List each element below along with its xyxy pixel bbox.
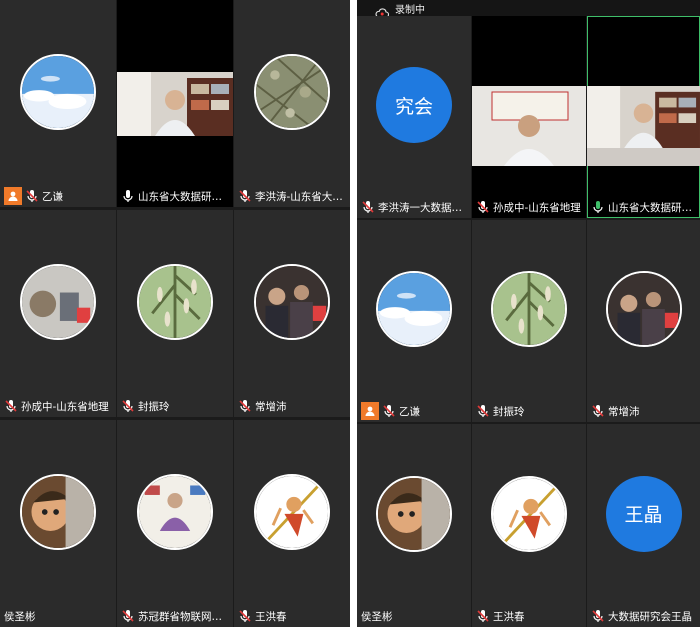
participant-name: 李洪涛-山东省大数据 [255, 190, 345, 203]
participant-tile[interactable]: 究会李洪涛一大数据研究会 [357, 16, 471, 218]
participant-tile[interactable]: 乙谦 [357, 220, 471, 422]
participant-name: 侯圣彬 [4, 610, 36, 623]
participant-tile[interactable]: 常增沛 [234, 210, 350, 417]
participant-video [472, 86, 586, 166]
participant-tile[interactable]: 苏冠群省物联网协会 [117, 420, 233, 627]
participant-tile[interactable]: 王晶大数据研究会王晶 [587, 424, 700, 627]
participant-namebar: 山东省大数据研究会 [117, 185, 228, 207]
avatar [20, 53, 96, 130]
participant-tile[interactable]: 王洪春 [472, 424, 586, 627]
avatar [20, 263, 96, 340]
avatar [605, 271, 682, 347]
video-grid-right: 究会李洪涛一大数据研究会孙成中-山东省地理山东省大数据研究会乙谦封振玲常增沛侯圣… [357, 16, 700, 627]
participant-name: 山东省大数据研究会 [138, 190, 228, 203]
participant-name: 乙谦 [399, 405, 420, 418]
participant-name: 王洪春 [255, 610, 287, 623]
participant-name: 孙成中-山东省地理 [493, 201, 581, 214]
mic-muted-icon [476, 200, 493, 214]
right-meeting-panel: 录制中 究会李洪涛一大数据研究会孙成中-山东省地理山东省大数据研究会乙谦封振玲常… [357, 0, 700, 627]
participant-namebar: 乙谦 [0, 185, 63, 207]
participant-tile[interactable]: 封振玲 [117, 210, 233, 417]
participant-tile[interactable]: 乙谦 [0, 0, 116, 207]
participant-namebar: 李洪涛-山东省大数据 [234, 185, 345, 207]
recording-status-bar: 录制中 [357, 0, 700, 18]
participant-name: 李洪涛一大数据研究会 [378, 201, 468, 214]
participant-namebar: 李洪涛一大数据研究会 [357, 196, 468, 218]
participant-namebar: 常增沛 [587, 400, 640, 422]
participant-namebar: 山东省大数据研究会 [587, 196, 698, 218]
mic-muted-icon [382, 404, 399, 418]
participant-namebar: 常增沛 [234, 395, 287, 417]
mic-muted-icon [4, 399, 21, 413]
mic-muted-icon [591, 404, 608, 418]
mic-muted-icon [476, 404, 493, 418]
avatar [491, 475, 567, 552]
participant-namebar: 封振玲 [472, 400, 525, 422]
participant-namebar: 孙成中-山东省地理 [0, 395, 109, 417]
mic-icon [121, 189, 138, 203]
participant-tile[interactable]: 山东省大数据研究会 [587, 16, 700, 218]
mic-muted-icon [591, 609, 608, 623]
participant-namebar: 封振玲 [117, 395, 170, 417]
participant-name: 孙成中-山东省地理 [21, 400, 109, 413]
participant-tile[interactable]: 王洪春 [234, 420, 350, 627]
mic-icon [591, 200, 608, 214]
participant-tile[interactable]: 孙成中-山东省地理 [0, 210, 116, 417]
participant-tile[interactable]: 侯圣彬 [0, 420, 116, 627]
participant-name: 常增沛 [255, 400, 287, 413]
left-meeting-panel: 乙谦 山东省大数据研究会 李洪涛-山东省大数据孙成中-山东省地理 封振玲 常增沛侯圣彬 苏… [0, 0, 350, 627]
participant-tile[interactable]: 孙成中-山东省地理 [472, 16, 586, 218]
participant-name: 苏冠群省物联网协会 [138, 610, 228, 623]
participant-name: 封振玲 [493, 405, 525, 418]
mic-muted-icon [238, 399, 255, 413]
mic-muted-icon [121, 399, 138, 413]
host-person-icon [361, 402, 379, 420]
mic-muted-icon [361, 200, 378, 214]
participant-namebar: 侯圣彬 [357, 605, 393, 627]
participant-name: 山东省大数据研究会 [608, 201, 698, 214]
cloud-record-icon [375, 3, 390, 18]
mic-muted-icon [25, 189, 42, 203]
video-grid-left: 乙谦 山东省大数据研究会 李洪涛-山东省大数据孙成中-山东省地理 封振玲 常增沛侯圣彬 苏… [0, 0, 350, 627]
participant-tile[interactable]: 常增沛 [587, 220, 700, 422]
participant-tile[interactable]: 侯圣彬 [357, 424, 471, 627]
avatar [137, 473, 213, 550]
avatar [254, 263, 330, 340]
avatar [254, 53, 330, 130]
participant-name: 封振玲 [138, 400, 170, 413]
avatar [376, 475, 452, 552]
avatar [20, 473, 96, 550]
participant-name: 王洪春 [493, 610, 525, 623]
avatar [254, 473, 330, 550]
participant-namebar: 苏冠群省物联网协会 [117, 605, 228, 627]
avatar [491, 271, 567, 347]
participant-namebar: 孙成中-山东省地理 [472, 196, 581, 218]
participant-namebar: 王洪春 [234, 605, 287, 627]
avatar-initials: 究会 [376, 67, 452, 143]
participant-name: 侯圣彬 [361, 610, 393, 623]
participant-tile[interactable]: 封振玲 [472, 220, 586, 422]
participant-namebar: 大数据研究会王晶 [587, 605, 692, 627]
mic-muted-icon [121, 609, 138, 623]
participant-name: 乙谦 [42, 190, 63, 203]
participant-namebar: 侯圣彬 [0, 605, 36, 627]
mic-muted-icon [476, 609, 493, 623]
host-person-icon [4, 187, 22, 205]
participant-name: 大数据研究会王晶 [608, 610, 692, 623]
recording-label: 录制中 [395, 4, 425, 16]
avatar-initials: 王晶 [605, 475, 682, 552]
participant-video [117, 72, 233, 136]
participant-namebar: 王洪春 [472, 605, 525, 627]
participant-tile[interactable]: 李洪涛-山东省大数据 [234, 0, 350, 207]
participant-video [587, 86, 700, 166]
participant-namebar: 乙谦 [357, 400, 420, 422]
avatar [137, 263, 213, 340]
mic-muted-icon [238, 189, 255, 203]
participant-tile[interactable]: 山东省大数据研究会 [117, 0, 233, 207]
avatar [376, 271, 452, 347]
mic-muted-icon [238, 609, 255, 623]
participant-name: 常增沛 [608, 405, 640, 418]
